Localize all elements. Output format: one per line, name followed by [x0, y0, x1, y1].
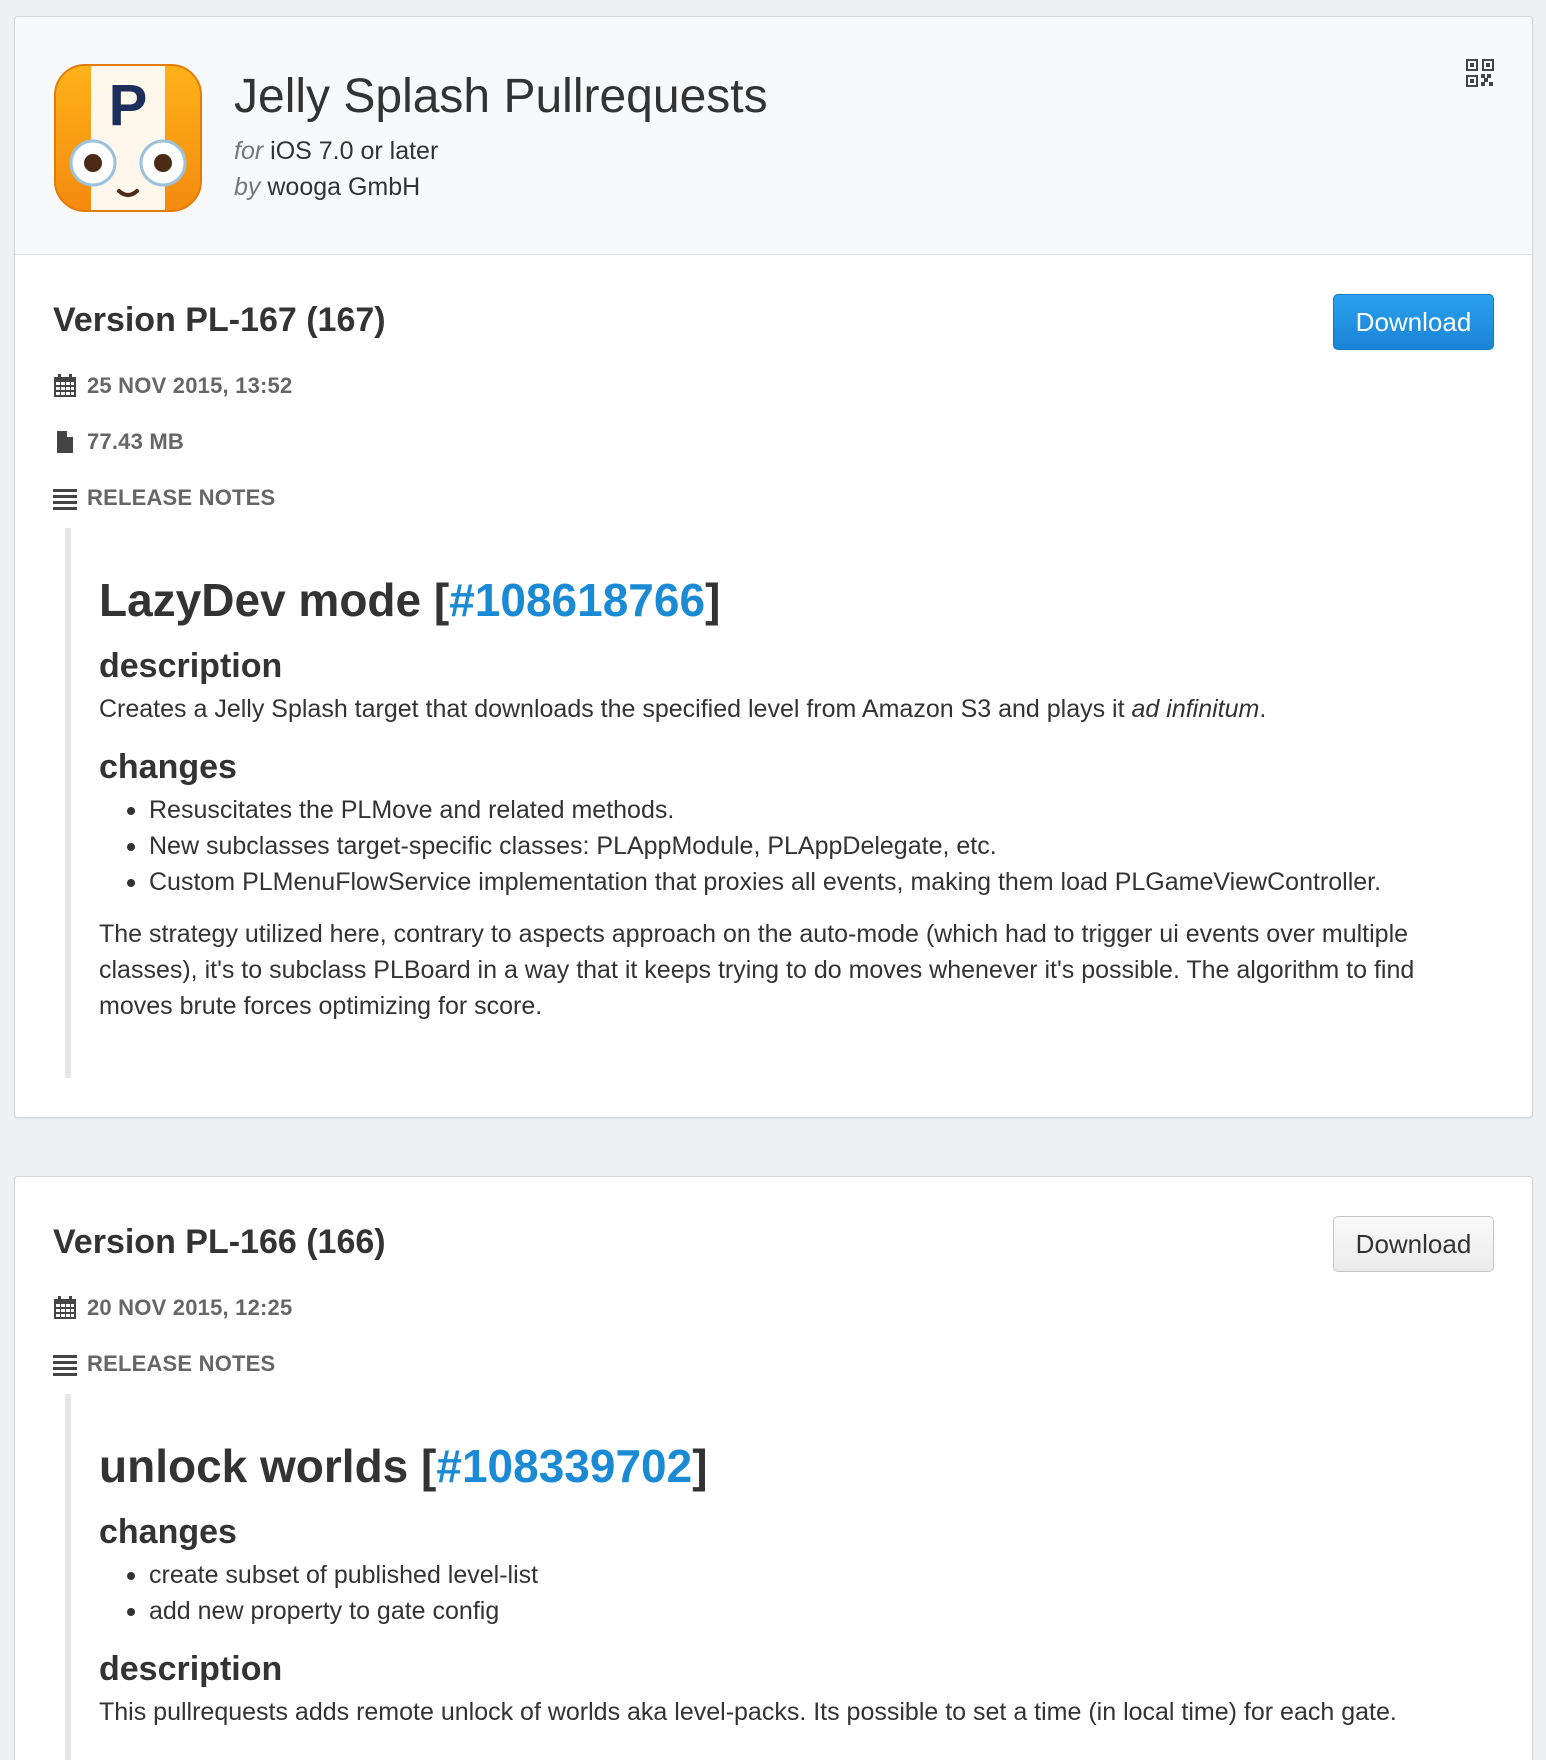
version-date: 25 NOV 2015, 13:52 [53, 373, 292, 399]
date-text: 25 NOV 2015, 13:52 [87, 373, 293, 398]
list-item: Resuscitates the PLMove and related meth… [99, 792, 1494, 828]
desc-start: Creates a Jelly Splash target that downl… [99, 694, 1132, 723]
version-title: Version PL-166 (166) [53, 1223, 386, 1261]
release-notes: LazyDev mode [#108618766] description Cr… [65, 528, 1494, 1078]
download-button[interactable]: Download [1333, 1216, 1494, 1272]
version-title: Version PL-167 (167) [53, 301, 386, 339]
heading-close: ] [705, 574, 721, 626]
list-icon [53, 1355, 77, 1376]
developer-prefix: by [234, 173, 261, 201]
app-developer: by wooga GmbH [234, 173, 420, 202]
app-header: P Jelly Splash Pullrequests for iOS 7.0 … [15, 17, 1532, 255]
changes-title: changes [99, 1513, 237, 1552]
issue-link[interactable]: #108339702 [436, 1440, 692, 1492]
changes-title: changes [99, 747, 237, 786]
issue-link[interactable]: #108618766 [449, 574, 705, 626]
app-icon[interactable]: P [53, 63, 203, 213]
heading-text: LazyDev mode [ [99, 574, 450, 626]
app-card: P Jelly Splash Pullrequests for iOS 7.0 … [14, 16, 1533, 1118]
version-card: Version PL-166 (166) Download 20 NOV 201… [14, 1176, 1533, 1760]
qr-code-icon[interactable] [1466, 59, 1494, 87]
heading-close: ] [692, 1440, 708, 1492]
desc-italic: ad infinitum [1131, 694, 1260, 723]
list-icon [53, 489, 77, 510]
notes-heading: LazyDev mode [#108618766] [99, 573, 1494, 628]
developer-value: wooga GmbH [267, 173, 421, 201]
calendar-icon [54, 374, 76, 397]
app-os-requirement: for iOS 7.0 or later [234, 137, 438, 166]
calendar-icon [54, 1296, 76, 1319]
strategy-text: The strategy utilized here, contrary to … [99, 919, 1415, 1020]
changes-list: create subset of published level-list ad… [99, 1557, 1494, 1629]
list-item: Custom PLMenuFlowService implementation … [99, 864, 1494, 900]
release-notes-label: RELEASE NOTES [53, 485, 275, 511]
heading-text: unlock worlds [ [99, 1440, 437, 1492]
os-prefix: for [234, 137, 264, 165]
list-item: add new property to gate config [99, 1593, 1494, 1629]
date-text: 20 NOV 2015, 12:25 [87, 1295, 293, 1320]
release-notes: unlock worlds [#108339702] changes creat… [65, 1394, 1494, 1760]
os-value: iOS 7.0 or later [270, 137, 439, 165]
list-item: New subclasses target-specific classes: … [99, 828, 1494, 864]
notes-heading: unlock worlds [#108339702] [99, 1439, 1494, 1494]
app-title: Jelly Splash Pullrequests [234, 70, 768, 123]
app-icon-letter: P [109, 73, 148, 138]
release-notes-text: RELEASE NOTES [87, 485, 276, 510]
changes-list: Resuscitates the PLMove and related meth… [99, 792, 1494, 900]
description-title: description [99, 647, 283, 686]
file-icon [57, 431, 73, 453]
version-date: 20 NOV 2015, 12:25 [53, 1295, 292, 1321]
list-item: create subset of published level-list [99, 1557, 1494, 1593]
release-notes-text: RELEASE NOTES [87, 1351, 276, 1376]
release-notes-label: RELEASE NOTES [53, 1351, 275, 1377]
size-text: 77.43 MB [87, 429, 184, 454]
download-button[interactable]: Download [1333, 294, 1494, 350]
desc-end: . [1259, 694, 1267, 723]
description-text: This pullrequests adds remote unlock of … [99, 1697, 1397, 1726]
description-text: Creates a Jelly Splash target that downl… [99, 691, 1494, 727]
version-size: 77.43 MB [53, 429, 184, 455]
description-title: description [99, 1649, 283, 1688]
